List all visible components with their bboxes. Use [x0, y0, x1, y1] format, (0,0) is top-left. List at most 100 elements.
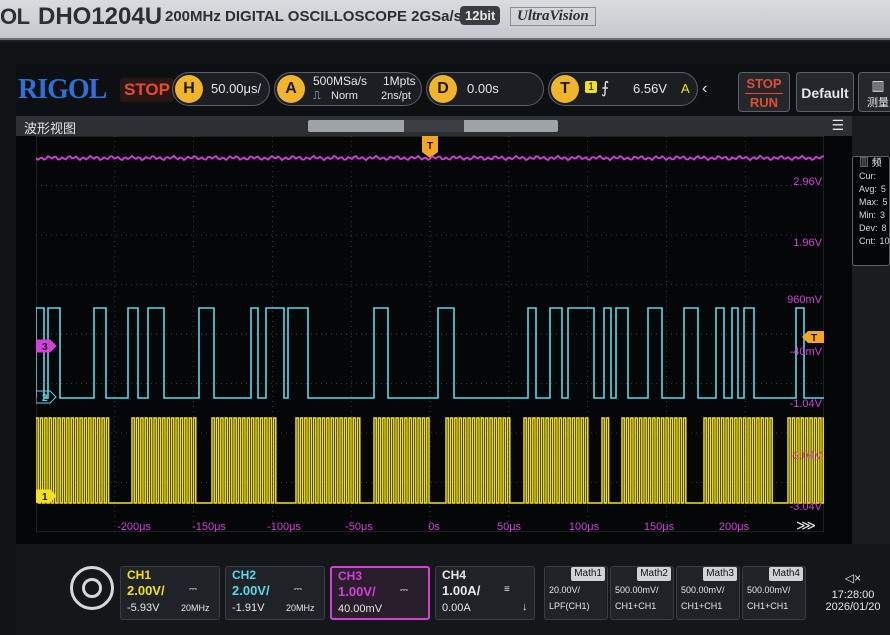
default-button[interactable]: Default: [796, 72, 854, 112]
channel-scale: 2.00V/: [232, 583, 270, 598]
waveform-window-title: 波形视图: [24, 122, 77, 137]
channel-box-ch3[interactable]: CH3 1.00V/40.00mV ⎓: [330, 566, 430, 620]
run-state-indicator[interactable]: STOP: [120, 78, 174, 102]
trigger-position-label: T: [427, 141, 433, 152]
coupling-icon: ⎓: [294, 584, 302, 595]
run-label: RUN: [749, 95, 779, 110]
system-clock: ◁× 17:28:00 2026/01/20: [818, 571, 888, 613]
math-name: Math4: [769, 567, 803, 581]
stop-label: STOP: [745, 75, 783, 94]
measurement-row-label: Avg:: [859, 184, 877, 194]
bezel-brand: OL: [0, 4, 30, 29]
trigger-mode: A: [681, 81, 690, 96]
math-name: Math1: [571, 567, 605, 581]
acquire-mode: Norm: [331, 90, 358, 102]
y-axis-label: 2.96V: [793, 176, 822, 188]
x-axis-label: -200μs: [117, 521, 151, 532]
acquire-key: A: [277, 75, 305, 103]
delay-control[interactable]: D 0.00s: [426, 72, 544, 106]
channel-bandwidth-limit: 20MHz: [286, 603, 315, 613]
ch1-offset-marker-label: 1: [42, 492, 48, 503]
memory-overview-thumb[interactable]: [404, 120, 464, 132]
measurement-row: Avg: 5: [853, 183, 889, 196]
measure-button[interactable]: ▥ 测量: [858, 72, 890, 112]
stop-run-button[interactable]: STOP RUN: [738, 72, 790, 112]
x-axis-label: 200μs: [719, 521, 750, 532]
math-box-1[interactable]: Math1 20.00V/LPF(CH1): [544, 566, 608, 620]
x-axis-label: 50μs: [497, 521, 522, 532]
measure-label: 测量: [867, 97, 889, 109]
sample-rate: 500MSa/s: [313, 74, 368, 88]
bezel-description: 200MHz DIGITAL OSCILLOSCOPE 2GSa/s: [165, 8, 463, 25]
math-scale: 500.00mV/: [747, 585, 791, 595]
math-expression: CH1+CH1: [681, 601, 723, 611]
memory-overview-bar[interactable]: [308, 120, 558, 132]
horizontal-scale-value: 50.00μs/: [211, 81, 262, 96]
measurement-row-value: 5: [880, 184, 886, 194]
oscilloscope-bezel: OL DHO1204U 200MHz DIGITAL OSCILLOSCOPE …: [0, 0, 890, 40]
delay-key: D: [429, 75, 457, 103]
measurement-row-label: Min:: [859, 210, 877, 220]
channel-scale: 1.00V/: [338, 584, 376, 599]
trigger-control[interactable]: T 1 ⨍ 6.56V A: [548, 72, 698, 106]
expand-menu-icon[interactable]: ⋙: [796, 518, 816, 532]
measurement-row-label: Cnt:: [859, 236, 876, 246]
acquire-control[interactable]: A 500MSa/s ⎍ Norm 1Mpts 2ns/pt: [274, 72, 422, 106]
acquire-mode-icon: ⎍: [313, 90, 321, 102]
coupling-icon: ≡: [504, 584, 510, 595]
measurement-row-value: 3: [880, 210, 886, 220]
ch1-waveform: [36, 417, 824, 504]
x-axis-label: 0s: [428, 521, 440, 532]
coupling-icon: ⎓: [189, 584, 197, 595]
measurement-row-label: Cur:: [859, 171, 877, 181]
measurement-header: ▥ 频: [859, 158, 882, 169]
channel-name: CH3: [338, 569, 363, 583]
delay-value: 0.00s: [467, 81, 499, 96]
trigger-key: T: [551, 75, 579, 103]
channel-bandwidth-limit: 20MHz: [181, 603, 210, 613]
ch3-offset-marker-label: 3: [42, 342, 48, 353]
utility-gear-icon[interactable]: [70, 566, 114, 610]
channel-box-ch1[interactable]: CH1 2.00V/ -5.93V 20MHz ⎓: [120, 566, 220, 620]
bit-depth-badge: 12bit: [460, 6, 501, 25]
trigger-source: 1: [585, 81, 598, 93]
y-axis-label: -2.04V: [790, 450, 823, 462]
menu-icon[interactable]: ☰: [831, 118, 844, 134]
y-axis-label: 960mV: [787, 294, 823, 306]
math-box-2[interactable]: Math2 500.00mV/CH1+CH1: [610, 566, 674, 620]
math-expression: CH1+CH1: [615, 601, 657, 611]
x-axis-label: -150μs: [192, 521, 226, 532]
measurement-row-label: Dev:: [859, 223, 878, 233]
measurement-box[interactable]: ▥ 频 Cur: Avg: 5 Max: 5 Min: 3 Dev: 8 Cnt: 10: [852, 156, 890, 266]
measurement-row: Cur:: [853, 170, 889, 183]
time-resolution: 2ns/pt: [381, 90, 411, 102]
x-axis-label: -50μs: [345, 521, 373, 532]
channel-name: CH4: [442, 568, 467, 582]
measurement-row-value: 10: [879, 236, 890, 246]
waveform-plot[interactable]: T 2.96V 1.96V 960mV -40mV -1.04V -2.04V -3.04V -…: [36, 136, 824, 532]
y-axis-label: 1.96V: [793, 237, 822, 249]
measurement-row: Cnt: 10: [853, 235, 890, 248]
channel-box-ch4[interactable]: CH4 1.00A/0.00A ≡ ↓: [435, 566, 535, 620]
measure-icon: ▥: [871, 77, 885, 93]
math-name: Math3: [703, 567, 737, 581]
measurement-row: Dev: 8: [853, 222, 889, 235]
math-expression: CH1+CH1: [747, 601, 789, 611]
horizontal-scale-control[interactable]: H 50.00μs/: [172, 72, 270, 106]
y-axis-label: -3.04V: [790, 501, 823, 513]
clock-date: 2026/01/20: [825, 601, 881, 613]
speaker-icon[interactable]: ◁×: [818, 571, 888, 585]
channel-box-ch2[interactable]: CH2 2.00V/ -1.91V 20MHz ⎓: [225, 566, 325, 620]
math-box-4[interactable]: Math4 500.00mV/CH1+CH1: [742, 566, 806, 620]
channel-offset: 40.00mV: [338, 603, 383, 615]
channel-name: CH2: [232, 568, 257, 582]
x-axis-label: 150μs: [644, 521, 675, 532]
math-scale: 500.00mV/: [681, 585, 725, 595]
channel-scale: 1.00A/: [442, 583, 481, 598]
screen: RIGOL STOP H 50.00μs/ A 500MSa/s ⎍ Norm …: [16, 64, 890, 635]
math-box-3[interactable]: Math3 500.00mV/CH1+CH1: [676, 566, 740, 620]
ch2-offset-marker-label: 2: [42, 393, 48, 404]
measurement-row: Max: 5: [853, 196, 889, 209]
top-toolbar: RIGOL STOP H 50.00μs/ A 500MSa/s ⎍ Norm …: [16, 64, 890, 116]
chevron-left-icon[interactable]: ‹: [702, 80, 707, 98]
